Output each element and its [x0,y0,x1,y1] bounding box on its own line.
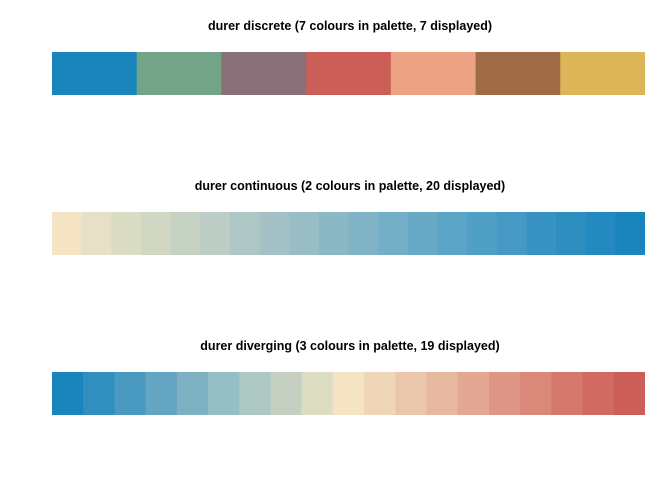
color-swatch [488,372,521,415]
color-swatch [332,372,365,415]
color-swatch [467,212,498,255]
color-swatch [475,52,561,95]
color-swatch [426,372,459,415]
color-swatch [301,372,334,415]
color-swatch [551,372,584,415]
color-swatch [306,52,392,95]
color-swatch [520,372,552,415]
color-swatch [613,372,645,415]
color-swatch [270,372,303,415]
color-swatch [221,52,307,95]
color-swatch [114,372,147,415]
color-swatch [83,372,116,415]
chart-title: durer diverging (3 colours in palette, 1… [200,339,500,353]
color-swatch [318,212,350,255]
color-swatch [390,52,477,95]
color-swatch [496,212,527,255]
chart-title: durer continuous (2 colours in palette, … [194,179,506,193]
color-swatch [170,212,201,255]
color-swatch [348,212,379,255]
color-swatch [364,372,396,415]
color-swatch [52,212,83,255]
color-swatch [395,372,428,415]
color-swatch [437,212,468,255]
color-swatch [136,52,223,95]
color-swatch [615,212,645,255]
color-swatch [526,212,557,255]
color-swatch [52,52,138,95]
color-swatch [289,212,320,255]
discrete-swatch-strip [52,52,645,95]
color-swatch [81,212,112,255]
chart-title: durer discrete (7 colours in palette, 7 … [207,19,493,33]
color-swatch [560,52,645,95]
continuous-swatch-strip [52,212,645,255]
color-swatch [407,212,439,255]
color-swatch [229,212,261,255]
color-swatch [111,212,142,255]
color-swatch [556,212,587,255]
color-swatch [52,372,84,415]
color-swatch [176,372,209,415]
color-swatch [585,212,616,255]
color-swatch [145,372,178,415]
color-swatch [582,372,615,415]
color-swatch [457,372,490,415]
color-swatch [140,212,172,255]
color-swatch [378,212,409,255]
color-swatch [239,372,272,415]
diverging-swatch-strip [52,372,645,415]
color-swatch [259,212,290,255]
color-swatch [208,372,240,415]
color-swatch [200,212,231,255]
